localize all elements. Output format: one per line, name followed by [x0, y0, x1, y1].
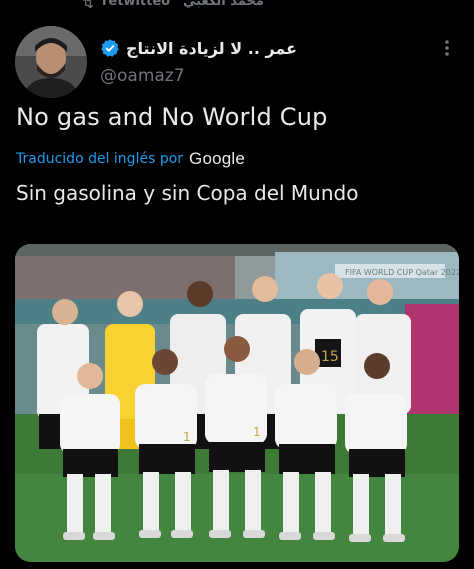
tweet-photo[interactable]: FIFA WORLD CUP Qatar 2022 15 1 1 — [15, 244, 459, 562]
stadium-banner: FIFA WORLD CUP Qatar 2022 — [345, 268, 459, 277]
translation-attribution[interactable]: Traducido del inglés por Google — [16, 148, 245, 170]
translated-text: Sin gasolina y sin Copa del Mundo — [16, 181, 359, 205]
display-name[interactable]: عمر .. لا لزيادة الانتاج — [126, 39, 297, 58]
tweet-text: No gas and No World Cup — [16, 103, 328, 131]
verified-badge-icon — [101, 39, 119, 57]
retweet-indicator: retwitteó محمد الكعبي — [0, 0, 474, 16]
jersey-number: 1 — [183, 430, 191, 444]
google-logo: Google — [189, 149, 246, 168]
user-handle[interactable]: @oamaz7 — [100, 66, 185, 86]
translated-label[interactable]: Traducido del inglés por — [16, 151, 183, 167]
author-name-row[interactable]: عمر .. لا لزيادة الانتاج — [100, 36, 297, 60]
avatar[interactable] — [15, 26, 87, 98]
more-options-icon[interactable] — [437, 38, 457, 58]
retweeter-name[interactable]: محمد الكعبي — [183, 0, 264, 9]
retweet-label: retwitteó — [102, 0, 171, 9]
retweet-icon — [82, 0, 94, 9]
jersey-number: 15 — [321, 349, 339, 365]
jersey-number: 1 — [253, 425, 261, 439]
